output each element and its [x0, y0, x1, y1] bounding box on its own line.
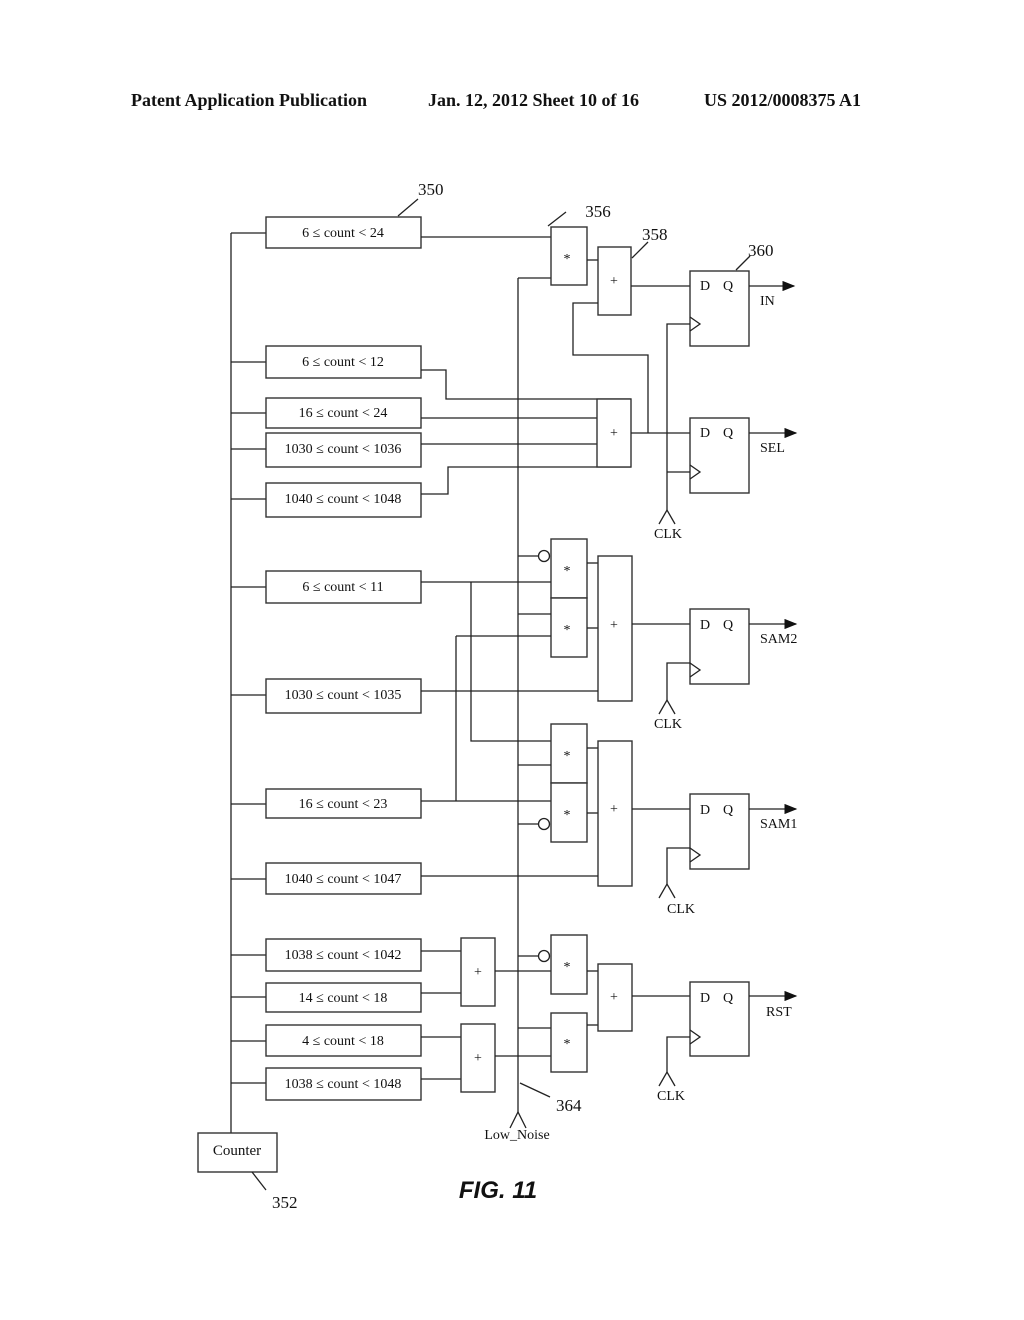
svg-text:D: D: [700, 426, 710, 441]
svg-text:*: *: [564, 623, 571, 638]
comparator-label: 4 ≤ count < 18: [302, 1034, 384, 1049]
rst-section: + + * * + D Q CLK RST: [421, 934, 798, 1104]
svg-text:D: D: [700, 991, 710, 1006]
ref-360: 360: [748, 241, 774, 260]
svg-text:CLK: CLK: [657, 1089, 685, 1104]
comparator-label: 1038 ≤ count < 1048: [285, 1077, 402, 1092]
svg-text:CLK: CLK: [654, 717, 682, 732]
comparator-label: 1030 ≤ count < 1036: [285, 442, 402, 457]
comparator-6: 1030 ≤ count < 1035: [265, 678, 422, 714]
comparator-label: 1038 ≤ count < 1042: [285, 948, 402, 963]
low-noise-label: Low_Noise: [484, 1128, 549, 1143]
comparator-3: 1030 ≤ count < 1036: [265, 432, 422, 468]
clk-label: CLK: [654, 527, 682, 542]
ref-352: 352: [272, 1193, 298, 1212]
flip-flop-sam2: [689, 608, 750, 685]
svg-text:*: *: [564, 749, 571, 764]
comparator-4: 1040 ≤ count < 1048: [265, 482, 422, 518]
svg-text:+: +: [610, 426, 618, 441]
svg-text:*: *: [564, 252, 571, 267]
comparator-7: 16 ≤ count < 23: [265, 788, 422, 819]
svg-text:+: +: [474, 1051, 482, 1066]
comparator-label: 1040 ≤ count < 1048: [285, 492, 402, 507]
output-label-sam1: SAM1: [760, 817, 797, 832]
ref-358: 358: [642, 225, 668, 244]
svg-text:*: *: [564, 564, 571, 579]
figure-caption: FIG. 11: [459, 1177, 537, 1204]
comparator-9: 1038 ≤ count < 1042: [265, 938, 422, 972]
output-label-sam2: SAM2: [760, 632, 797, 647]
comparator-label: 6 ≤ count < 24: [302, 226, 384, 241]
inverter-bubble: [537, 949, 551, 963]
svg-text:+: +: [610, 802, 618, 817]
svg-text:CLK: CLK: [667, 902, 695, 917]
ref-356: 356: [585, 202, 611, 221]
flip-flop-sel: [689, 417, 750, 494]
svg-text:Q: Q: [723, 618, 733, 633]
comparator-8: 1040 ≤ count < 1047: [265, 862, 422, 895]
comparator-2: 16 ≤ count < 24: [265, 397, 422, 429]
comparator-0: 6 ≤ count < 24: [265, 216, 422, 249]
flip-flop-360: [689, 270, 750, 347]
svg-text:+: +: [610, 990, 618, 1005]
comparator-label: 14 ≤ count < 18: [299, 991, 388, 1006]
svg-text:+: +: [610, 618, 618, 633]
flip-flop-rst: [689, 981, 750, 1057]
svg-text:*: *: [564, 960, 571, 975]
svg-text:Q: Q: [723, 803, 733, 818]
output-label-sel: SEL: [760, 441, 785, 456]
comparator-label: 1040 ≤ count < 1047: [285, 872, 402, 887]
counter-bus: [230, 232, 266, 1133]
svg-text:D: D: [700, 279, 710, 294]
svg-text:D: D: [700, 803, 710, 818]
comparator-12: 1038 ≤ count < 1048: [265, 1067, 422, 1101]
svg-text:*: *: [564, 1037, 571, 1052]
ref-364: 364: [556, 1096, 582, 1115]
counter-label: Counter: [213, 1143, 261, 1159]
flip-flop-sam1: [689, 793, 750, 870]
inverter-bubble: [537, 817, 551, 831]
svg-text:*: *: [564, 808, 571, 823]
comparator-10: 14 ≤ count < 18: [265, 982, 422, 1013]
output-label-in: IN: [760, 294, 775, 309]
comparator-label: 16 ≤ count < 23: [299, 797, 388, 812]
svg-text:Q: Q: [723, 426, 733, 441]
sel-section: + D Q SEL CLK: [421, 323, 798, 542]
comparator-label: 6 ≤ count < 11: [302, 580, 383, 595]
inverter-bubble: [537, 549, 551, 563]
sam1-section: * * + D Q CLK SAM1: [421, 723, 797, 917]
ref-350: 350: [418, 180, 444, 199]
svg-text:+: +: [610, 274, 618, 289]
svg-text:D: D: [700, 618, 710, 633]
comparators: 6 ≤ count < 24 6 ≤ count < 12 16 ≤ count…: [265, 180, 444, 1101]
comparator-1: 6 ≤ count < 12: [265, 345, 422, 379]
circuit-diagram: Counter 352 6 ≤ count < 24 6 ≤ count < 1…: [197, 180, 798, 1212]
comparator-label: 1030 ≤ count < 1035: [285, 688, 402, 703]
svg-text:Q: Q: [723, 991, 733, 1006]
svg-text:+: +: [474, 965, 482, 980]
sam2-section: * * + D Q CLK SAM2: [421, 538, 797, 732]
comparator-label: 16 ≤ count < 24: [299, 406, 388, 421]
comparator-5: 6 ≤ count < 11: [265, 570, 422, 604]
counter-block: Counter 352: [197, 1132, 298, 1212]
comparator-11: 4 ≤ count < 18: [265, 1024, 422, 1057]
output-label-rst: RST: [766, 1005, 792, 1020]
svg-text:Q: Q: [723, 279, 733, 294]
comparator-label: 6 ≤ count < 12: [302, 355, 384, 370]
